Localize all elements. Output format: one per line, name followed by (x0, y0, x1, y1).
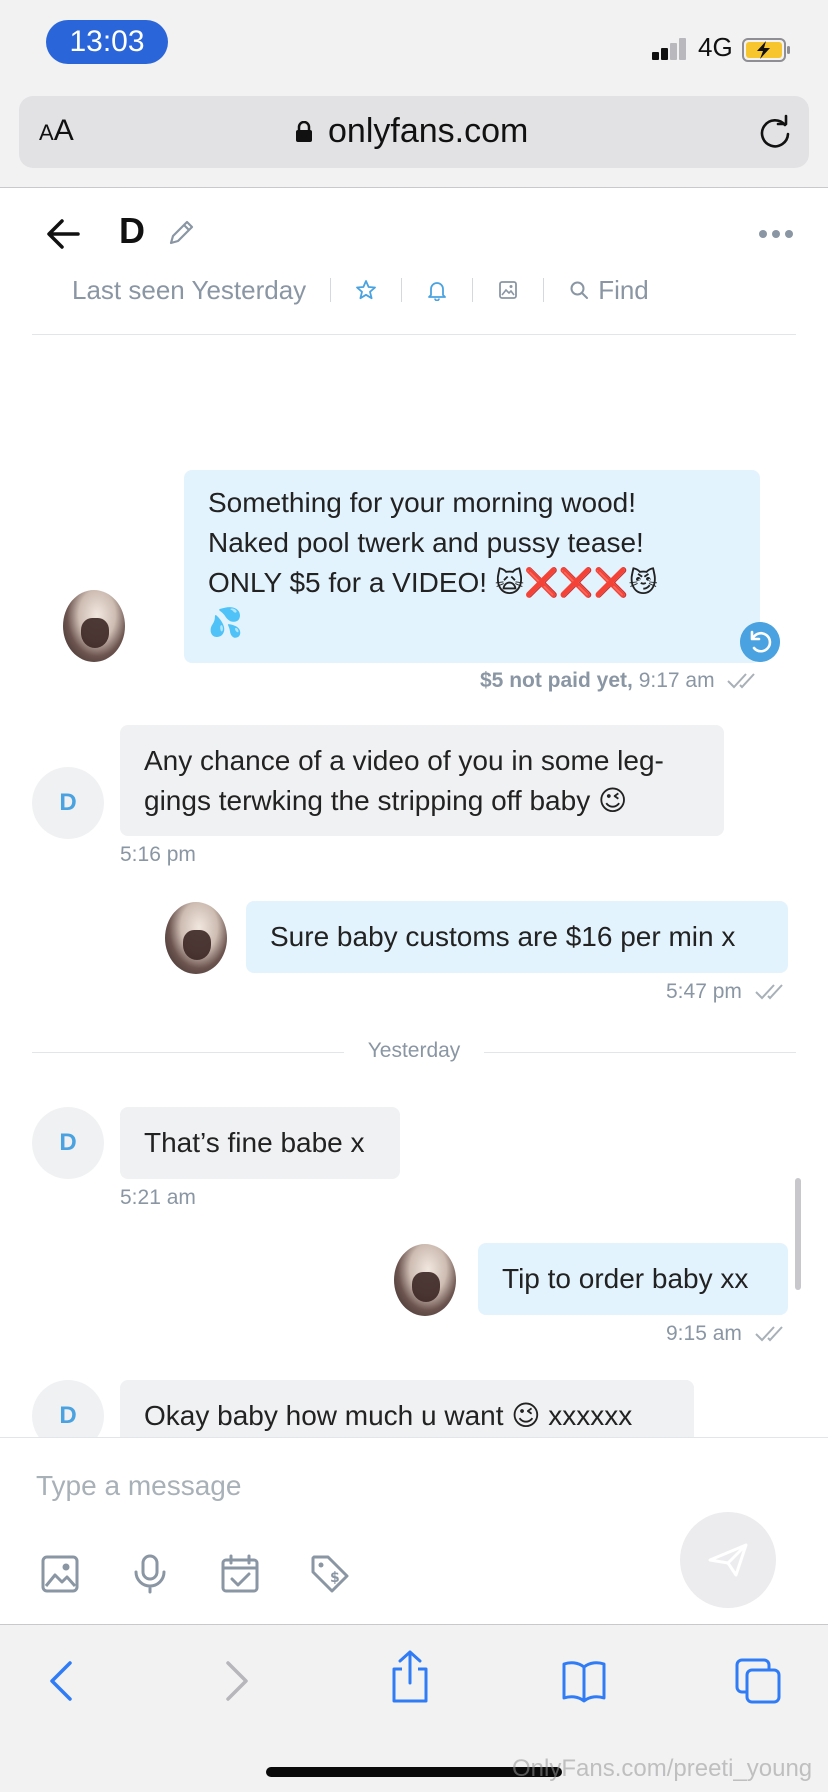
find-button[interactable]: Find (568, 275, 649, 306)
book-icon[interactable] (560, 1657, 608, 1705)
find-label: Find (598, 274, 649, 305)
message-meta: 9:15 am (666, 1322, 788, 1346)
url-text[interactable]: onlyfans.com (328, 112, 528, 151)
divider (330, 278, 332, 302)
payment-status: $5 not paid yet, (480, 669, 633, 692)
message-line: Tip to order baby xx (502, 1263, 749, 1294)
double-check-icon (755, 984, 783, 1000)
chevron-right-icon[interactable] (212, 1657, 260, 1705)
divider (472, 278, 474, 302)
sender-avatar[interactable] (165, 902, 227, 974)
divider (401, 278, 403, 302)
last-seen-text: Last seen Yesterday (72, 274, 307, 305)
signal-icon (652, 36, 688, 60)
bell-icon[interactable] (426, 279, 448, 301)
image-icon[interactable] (497, 279, 519, 301)
message-time: 5:21 am (120, 1186, 196, 1209)
calendar-check-icon[interactable] (220, 1554, 260, 1594)
photo-upload-icon[interactable] (40, 1554, 80, 1594)
text-size-button[interactable]: AA (39, 114, 74, 148)
header-divider (32, 334, 796, 335)
chevron-left-icon[interactable] (38, 1657, 86, 1705)
back-arrow-icon[interactable] (44, 214, 84, 254)
double-check-icon (727, 673, 756, 689)
message-line: That’s fine babe x (144, 1127, 365, 1158)
divider (543, 278, 545, 302)
address-bar[interactable]: AA onlyfans.com (19, 96, 809, 168)
undo-icon[interactable] (740, 622, 780, 662)
message-time: 5:47 pm (666, 980, 742, 1003)
watermark: OnlyFans.com/preeti_young (512, 1755, 813, 1782)
divider (32, 1052, 344, 1053)
message-line: 💦 (208, 607, 243, 638)
message-list[interactable]: Something for your morning wood! Naked p… (0, 337, 828, 1437)
more-dots-icon[interactable] (758, 228, 794, 240)
message-bubble-incoming[interactable]: Okay baby how much u want 😉 xxxxxx (120, 1380, 694, 1437)
message-bubble-outgoing[interactable]: Sure baby customs are $16 per min x (246, 901, 788, 973)
scrollbar[interactable] (795, 1178, 801, 1290)
microphone-icon[interactable] (130, 1554, 170, 1594)
contact-avatar[interactable]: D (32, 1107, 104, 1179)
message-line: Sure baby customs are $16 per min x (270, 921, 736, 952)
status-time[interactable]: 13:03 (46, 20, 168, 64)
message-time: 9:15 am (666, 1322, 742, 1345)
message-line: gings terwking the stripping off baby 😉 (144, 785, 628, 816)
star-icon[interactable] (355, 279, 377, 301)
browser-address-area: AA onlyfans.com (0, 90, 828, 188)
message-time: 5:16 pm (120, 843, 196, 866)
network-type: 4G (698, 32, 733, 62)
message-line: Any chance of a video of you in some leg… (144, 745, 664, 776)
message-composer: Type a message $ (0, 1437, 828, 1624)
day-separator: Yesterday (32, 1037, 796, 1067)
message-line: ONLY $5 for a VIDEO! 🙀❌❌❌😼 (208, 567, 658, 598)
share-icon[interactable] (386, 1649, 434, 1705)
message-meta: $5 not paid yet, 9:17 am (480, 669, 760, 693)
lock-icon (296, 121, 312, 142)
contact-name[interactable]: D (119, 210, 145, 252)
send-button[interactable] (680, 1512, 776, 1608)
svg-text:$: $ (330, 1570, 340, 1586)
message-meta: 5:47 pm (666, 980, 788, 1004)
pencil-icon[interactable] (166, 218, 196, 248)
reload-icon[interactable] (757, 114, 793, 150)
message-line: Okay baby how much u want 😉 xxxxxx (144, 1400, 633, 1431)
day-label: Yesterday (367, 1039, 461, 1062)
message-time: 9:17 am (638, 669, 715, 692)
battery-charging-icon (742, 38, 790, 62)
message-line: Naked pool twerk and pussy tease! (208, 527, 644, 558)
message-bubble-outgoing[interactable]: Tip to order baby xx (478, 1243, 788, 1315)
double-check-icon (755, 1326, 783, 1342)
message-bubble-outgoing[interactable]: Something for your morning wood! Naked p… (184, 470, 760, 663)
tabs-icon[interactable] (734, 1657, 782, 1705)
send-icon (708, 1543, 748, 1577)
sender-avatar[interactable] (394, 1244, 456, 1316)
contact-avatar[interactable]: D (32, 1380, 104, 1437)
status-bar: 13:03 4G (0, 0, 828, 90)
chat-header: D Last seen Yesterday Find (0, 188, 828, 336)
price-tag-icon[interactable]: $ (310, 1554, 350, 1594)
contact-avatar[interactable]: D (32, 767, 104, 839)
message-input[interactable]: Type a message (36, 1470, 241, 1502)
sender-avatar[interactable] (63, 590, 125, 662)
message-bubble-incoming[interactable]: Any chance of a video of you in some leg… (120, 725, 724, 836)
browser-toolbar: OnlyFans.com/preeti_young (0, 1624, 828, 1792)
divider (484, 1052, 796, 1053)
message-bubble-incoming[interactable]: That’s fine babe x (120, 1107, 400, 1179)
message-line: Something for your morning wood! (208, 487, 636, 518)
search-icon (570, 281, 589, 299)
header-meta-row: Last seen Yesterday Find (72, 272, 649, 308)
